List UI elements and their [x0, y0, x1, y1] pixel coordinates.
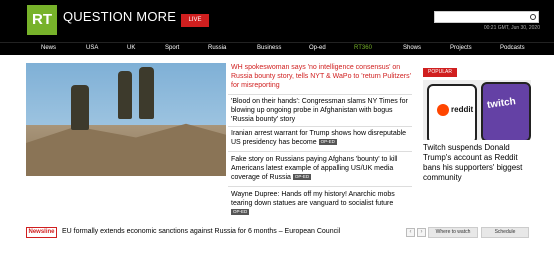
search-input[interactable] [434, 11, 539, 23]
newsline-label: Newsline [26, 227, 57, 238]
live-button[interactable]: LIVE [181, 14, 209, 27]
nav-item-sport[interactable]: Sport [165, 45, 179, 51]
phone-graphic: twitch [481, 82, 531, 140]
where-to-watch-button[interactable]: Where to watch [428, 227, 478, 238]
popular-story-image[interactable]: reddit twitch [423, 80, 531, 140]
soldier-figure [118, 71, 132, 119]
story-item[interactable]: Fake story on Russians paying Afghans 'b… [231, 155, 411, 182]
divider [228, 186, 412, 187]
top-bar: RT QUESTION MORE LIVE 00:21 GMT, Jun 30,… [0, 0, 554, 42]
popular-headline[interactable]: Twitch suspends Donald Trump's account a… [423, 143, 535, 183]
reddit-logo-text: reddit [451, 105, 474, 114]
story-headline[interactable]: Wayne Dupree: Hands off my history! Anar… [231, 191, 395, 207]
phone-graphic: reddit [427, 84, 477, 140]
newsline-next-button[interactable]: › [417, 228, 426, 237]
newsline-headline[interactable]: EU formally extends economic sanctions a… [62, 228, 340, 235]
story-headline[interactable]: 'Blood on their hands': Congressman slam… [231, 98, 408, 123]
rt-logo[interactable]: RT [27, 5, 57, 35]
story-item[interactable]: Wayne Dupree: Hands off my history! Anar… [231, 190, 411, 217]
soldier-figure [139, 67, 154, 119]
popular-label: POPULAR [423, 68, 457, 77]
nav-item-business[interactable]: Business [257, 45, 281, 51]
nav-item-uk[interactable]: UK [127, 45, 135, 51]
rock-ridge [26, 123, 226, 176]
nav-item-usa[interactable]: USA [86, 45, 98, 51]
story-item[interactable]: Iranian arrest warrant for Trump shows h… [231, 129, 411, 147]
op-ed-badge: OP-ED [292, 174, 312, 180]
op-ed-badge: OP-ED [231, 209, 250, 215]
nav-item-news[interactable]: News [41, 45, 56, 51]
newsline-bar: Newsline EU formally extends economic sa… [26, 227, 529, 238]
nav-item-op-ed[interactable]: Op-ed [309, 45, 326, 51]
brand-title: QUESTION MORE [63, 9, 177, 24]
story-item[interactable]: 'Blood on their hands': Congressman slam… [231, 97, 411, 124]
divider [228, 94, 412, 95]
op-ed-badge: OP-ED [318, 139, 337, 145]
newsline-prev-button[interactable]: ‹ [406, 228, 415, 237]
reddit-icon [437, 104, 449, 116]
nav-item-rt360[interactable]: RT360 [354, 45, 372, 51]
lead-headline[interactable]: WH spokeswoman says 'no intelligence con… [231, 63, 411, 90]
schedule-button[interactable]: Schedule [481, 227, 529, 238]
nav-item-russia[interactable]: Russia [208, 45, 226, 51]
nav-item-podcasts[interactable]: Podcasts [500, 45, 525, 51]
soldier-figure [71, 85, 89, 130]
search-icon[interactable] [530, 14, 536, 20]
divider [228, 126, 412, 127]
lead-story-image[interactable] [26, 63, 226, 176]
divider [228, 151, 412, 152]
story-headline[interactable]: Fake story on Russians paying Afghans 'b… [231, 156, 398, 181]
main-nav: News USA UK Sport Russia Business Op-ed … [0, 42, 554, 55]
timestamp: 00:21 GMT, Jun 30, 2020 [483, 25, 540, 31]
twitch-logo-text: twitch [486, 96, 517, 111]
nav-item-shows[interactable]: Shows [403, 45, 421, 51]
nav-item-projects[interactable]: Projects [450, 45, 472, 51]
